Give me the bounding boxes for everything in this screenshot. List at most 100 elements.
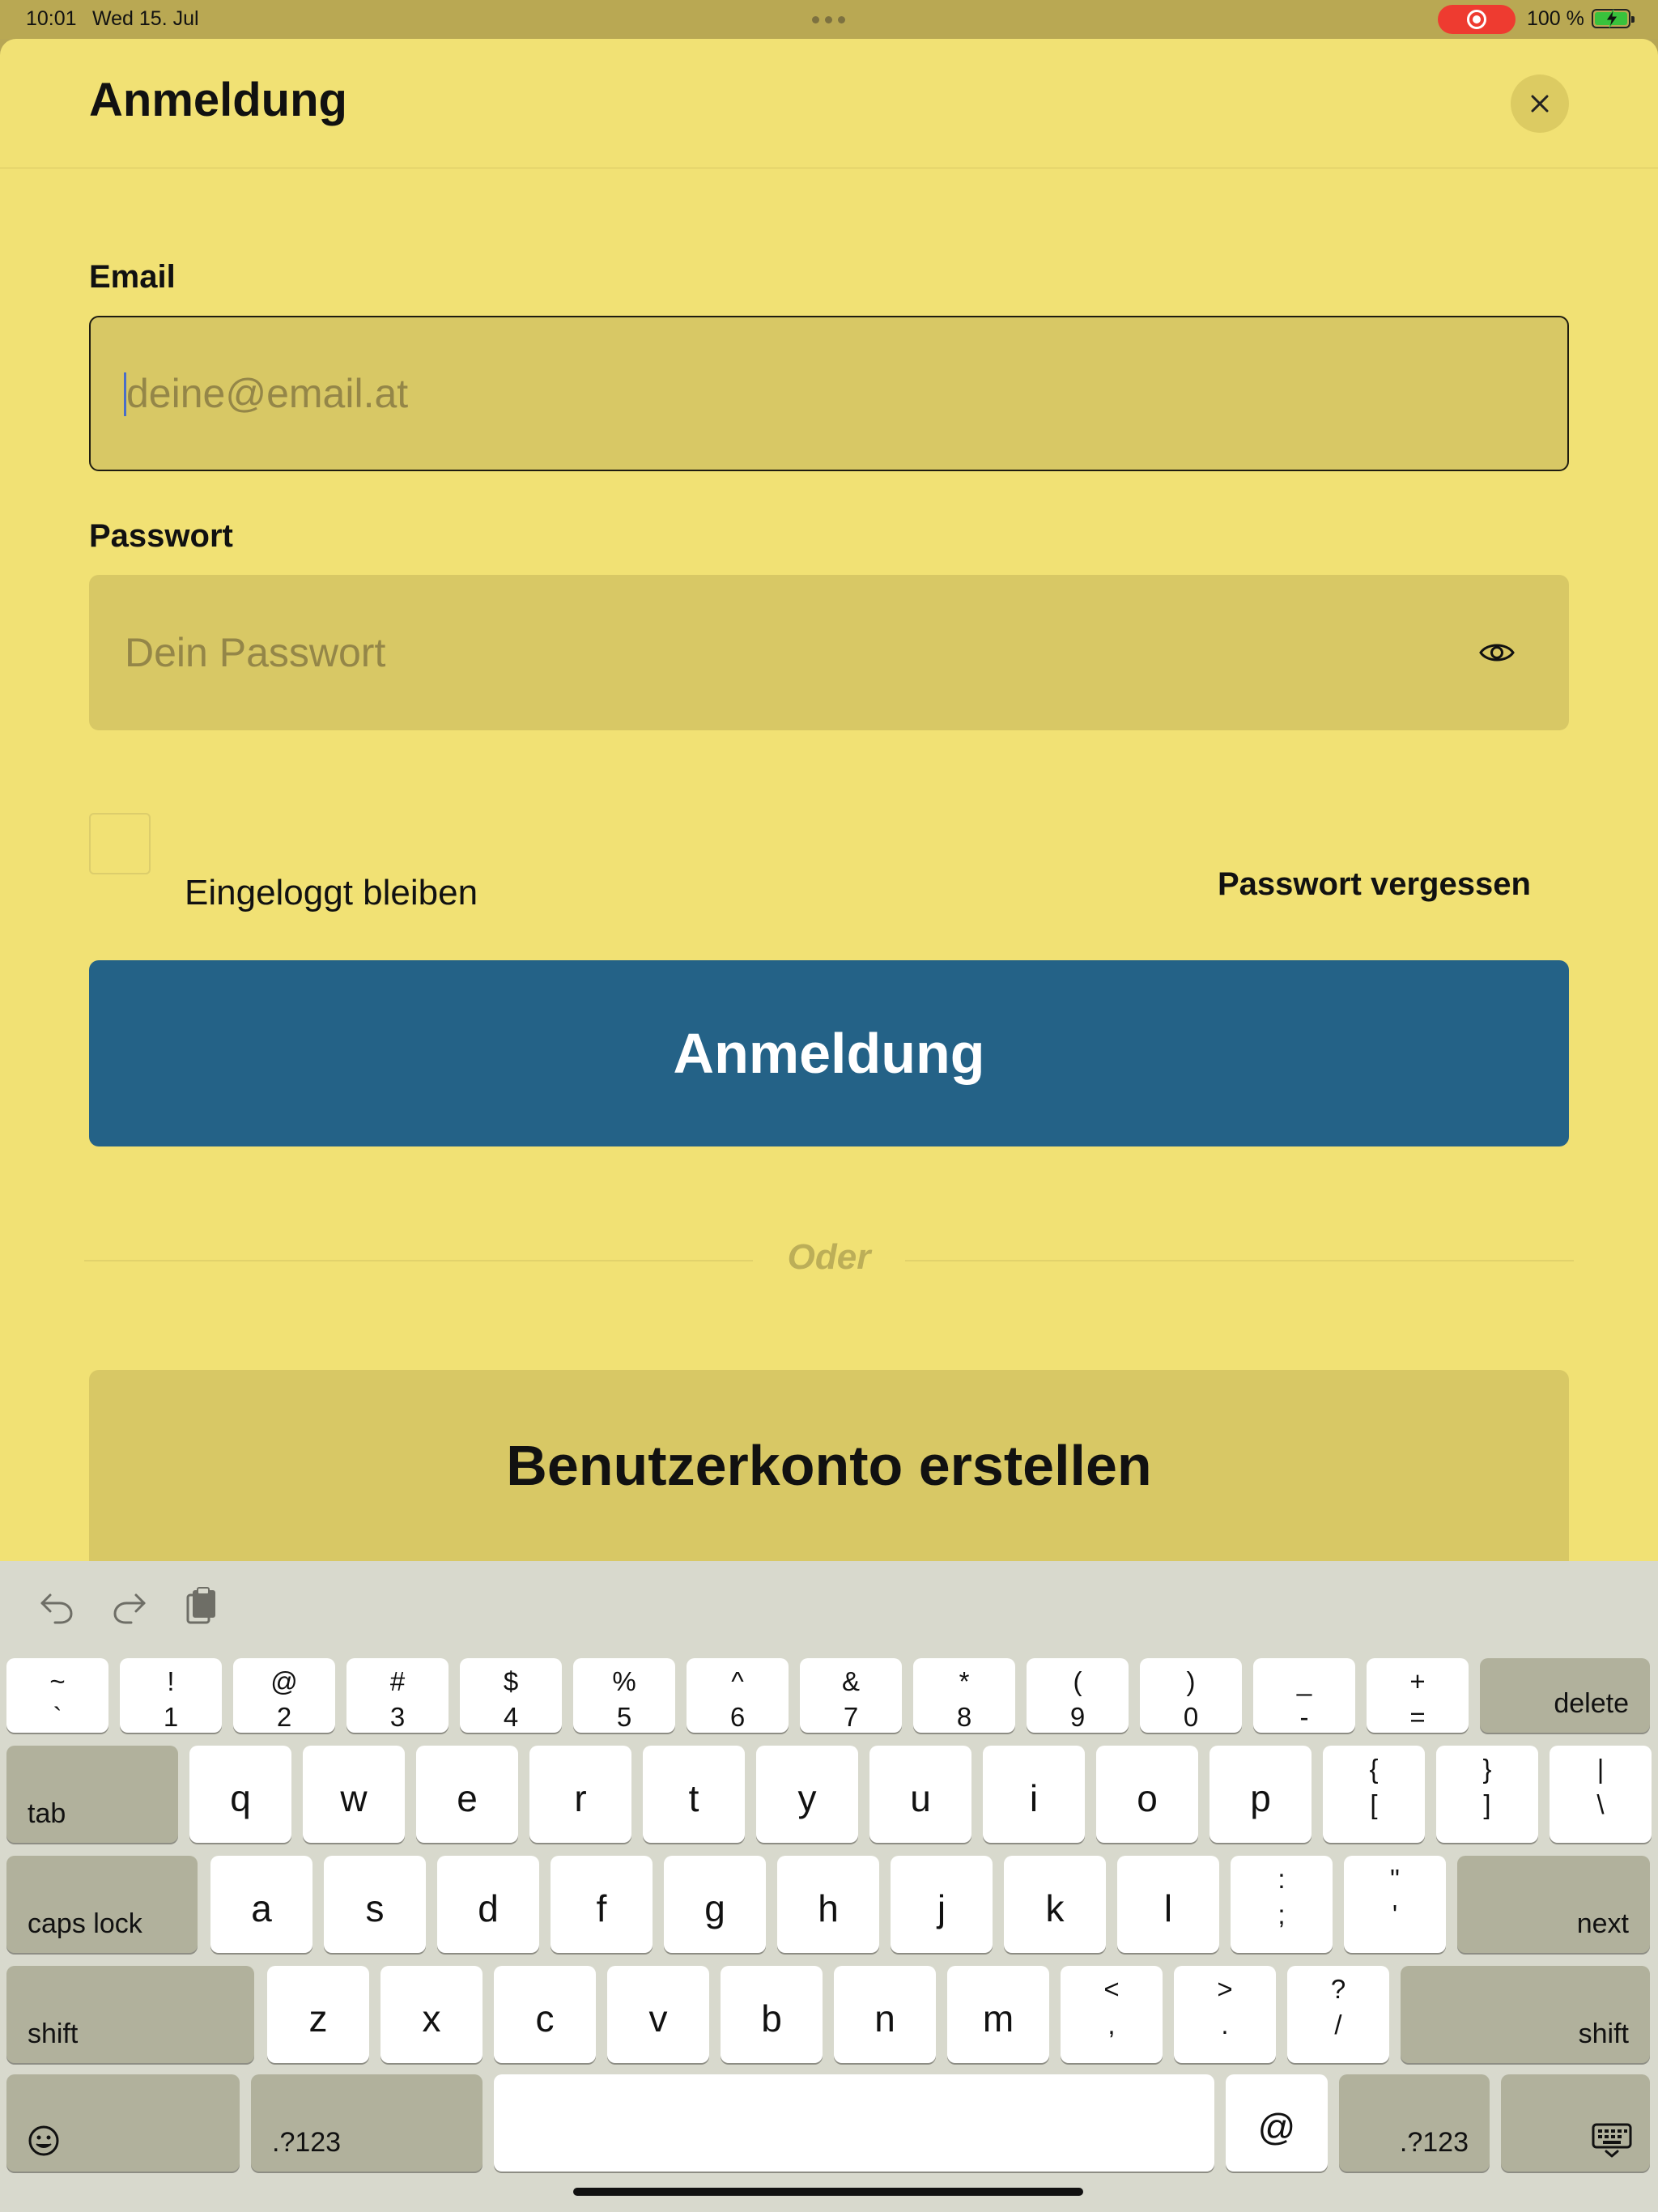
- shift-left-key[interactable]: shift: [6, 1966, 254, 2063]
- key-f[interactable]: f: [551, 1856, 653, 1953]
- key-semicolon[interactable]: :;: [1231, 1856, 1333, 1953]
- status-time: 10:01: [26, 7, 77, 30]
- key-w[interactable]: w: [303, 1746, 405, 1843]
- key-k[interactable]: k: [1004, 1856, 1106, 1953]
- key-i[interactable]: i: [983, 1746, 1085, 1843]
- key-][interactable]: }]: [1436, 1746, 1538, 1843]
- screen-recording-icon[interactable]: [1438, 5, 1516, 34]
- delete-key[interactable]: delete: [1480, 1658, 1650, 1733]
- at-key[interactable]: @: [1226, 2074, 1328, 2172]
- multitasking-dots-icon[interactable]: [810, 10, 848, 29]
- key-4[interactable]: $4: [460, 1658, 562, 1733]
- key-label: .?123: [1399, 2127, 1469, 2158]
- remember-me-label: Eingeloggt bleiben: [185, 873, 478, 912]
- key-shift-label: }: [1482, 1754, 1492, 1784]
- key-u[interactable]: u: [869, 1746, 971, 1843]
- key-label: ,: [1107, 2010, 1116, 2040]
- key-\[interactable]: | \: [1550, 1746, 1652, 1843]
- forgot-password-link[interactable]: Passwort vergessen: [1218, 866, 1531, 903]
- remember-me-checkbox[interactable]: [89, 813, 151, 874]
- key-p[interactable]: p: [1209, 1746, 1312, 1843]
- key-s[interactable]: s: [324, 1856, 426, 1953]
- key-shift-label: ^: [731, 1666, 744, 1696]
- key-label: d: [478, 1887, 499, 1929]
- key-label: b: [761, 1997, 782, 2040]
- key-y[interactable]: y: [756, 1746, 858, 1843]
- key-x[interactable]: x: [380, 1966, 483, 2063]
- key-3[interactable]: #3: [346, 1658, 449, 1733]
- key-r[interactable]: r: [529, 1746, 631, 1843]
- key-label: caps lock: [28, 1908, 142, 1939]
- key-shift-label: {: [1369, 1754, 1379, 1784]
- key-c[interactable]: c: [494, 1966, 596, 2063]
- key-[[interactable]: {[: [1323, 1746, 1425, 1843]
- email-field[interactable]: [89, 316, 1569, 471]
- numbers-key-left[interactable]: .?123: [251, 2074, 483, 2172]
- key-j[interactable]: j: [891, 1856, 993, 1953]
- key-d[interactable]: d: [437, 1856, 539, 1953]
- emoji-key[interactable]: [6, 2074, 240, 2172]
- key-label: 9: [1069, 1702, 1086, 1732]
- key-b[interactable]: b: [721, 1966, 823, 2063]
- password-field[interactable]: [89, 575, 1569, 730]
- key-label: t: [688, 1777, 699, 1819]
- key-a[interactable]: a: [210, 1856, 312, 1953]
- key-shift-label: <: [1103, 1974, 1120, 2004]
- key-q[interactable]: q: [189, 1746, 291, 1843]
- key-slash[interactable]: ? /: [1287, 1966, 1389, 2063]
- key-label: =: [1409, 1702, 1426, 1732]
- on-screen-keyboard: ~ `! 1 @2 #3 $4% 5 ^ 6 & 7 * 8(9) 0 _ - + = delete tab q w e r t…: [0, 1561, 1658, 2212]
- dismiss-keyboard-key[interactable]: [1501, 2074, 1650, 2172]
- key-label: @: [1257, 2106, 1296, 2148]
- key-7[interactable]: & 7: [800, 1658, 902, 1733]
- key-v[interactable]: v: [607, 1966, 709, 2063]
- key-period[interactable]: >.: [1174, 1966, 1276, 2063]
- key-`[interactable]: ~ `: [6, 1658, 108, 1733]
- key-t[interactable]: t: [643, 1746, 745, 1843]
- key-h[interactable]: h: [777, 1856, 879, 1953]
- create-account-button[interactable]: Benutzerkonto erstellen: [89, 1370, 1569, 1561]
- key-6[interactable]: ^ 6: [687, 1658, 789, 1733]
- key-label: u: [910, 1777, 931, 1819]
- key-shift-label: >: [1217, 1974, 1233, 2004]
- key-label: tab: [28, 1798, 66, 1829]
- key-shift-label: &: [841, 1666, 860, 1696]
- close-button[interactable]: [1511, 74, 1569, 133]
- login-button[interactable]: Anmeldung: [89, 960, 1569, 1146]
- next-key[interactable]: next: [1457, 1856, 1650, 1953]
- space-key[interactable]: [494, 2074, 1214, 2172]
- key-5[interactable]: % 5: [573, 1658, 675, 1733]
- key-shift-label: ): [1186, 1666, 1196, 1696]
- key--[interactable]: _ -: [1253, 1658, 1355, 1733]
- key-quote[interactable]: " ': [1344, 1856, 1446, 1953]
- battery-percentage: 100 %: [1527, 7, 1584, 30]
- key-label: ]: [1483, 1789, 1491, 1819]
- key-9[interactable]: (9: [1027, 1658, 1129, 1733]
- key-2[interactable]: @2: [233, 1658, 335, 1733]
- caps-lock-key[interactable]: caps lock: [6, 1856, 198, 1953]
- undo-icon[interactable]: [36, 1585, 78, 1627]
- key-1[interactable]: ! 1: [120, 1658, 222, 1733]
- numbers-key-right[interactable]: .?123: [1339, 2074, 1490, 2172]
- key-m[interactable]: m: [947, 1966, 1049, 2063]
- key-label: [: [1370, 1789, 1378, 1819]
- key-o[interactable]: o: [1096, 1746, 1198, 1843]
- key-label: f: [596, 1887, 607, 1929]
- key-shift-label: :: [1278, 1864, 1286, 1894]
- key-n[interactable]: n: [834, 1966, 936, 2063]
- eye-icon[interactable]: [1478, 638, 1516, 667]
- key-g[interactable]: g: [664, 1856, 766, 1953]
- key-z[interactable]: z: [267, 1966, 369, 2063]
- key-comma[interactable]: <,: [1061, 1966, 1163, 2063]
- redo-icon[interactable]: [108, 1585, 151, 1627]
- divider-label: Oder: [787, 1237, 871, 1277]
- key-l[interactable]: l: [1117, 1856, 1219, 1953]
- key-=[interactable]: + =: [1367, 1658, 1469, 1733]
- shift-right-key[interactable]: shift: [1401, 1966, 1650, 2063]
- tab-key[interactable]: tab: [6, 1746, 178, 1843]
- key-8[interactable]: * 8: [913, 1658, 1015, 1733]
- key-0[interactable]: ) 0: [1140, 1658, 1242, 1733]
- paste-icon[interactable]: [181, 1585, 223, 1627]
- key-e[interactable]: e: [416, 1746, 518, 1843]
- home-indicator[interactable]: [573, 2188, 1083, 2196]
